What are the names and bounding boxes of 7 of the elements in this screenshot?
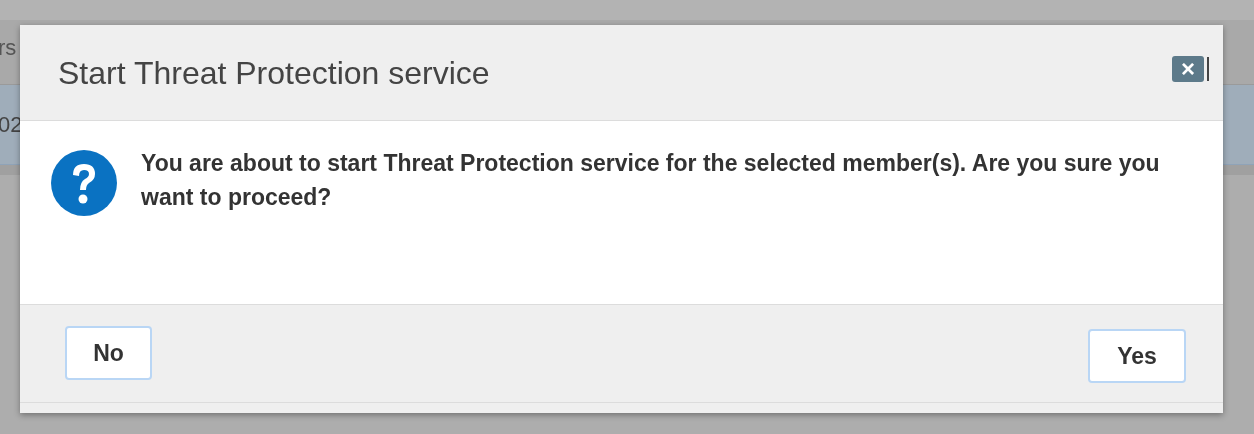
close-button[interactable]: × bbox=[1172, 56, 1204, 82]
dialog-title: Start Threat Protection service bbox=[58, 54, 490, 93]
column-header: rs bbox=[0, 33, 17, 62]
confirmation-message: You are about to start Threat Protection service for the selected member(s). Are you sure you want to proceed? bbox=[141, 149, 1161, 212]
no-button[interactable]: No bbox=[65, 326, 152, 380]
question-icon bbox=[51, 150, 117, 216]
yes-button[interactable]: Yes bbox=[1088, 329, 1186, 383]
